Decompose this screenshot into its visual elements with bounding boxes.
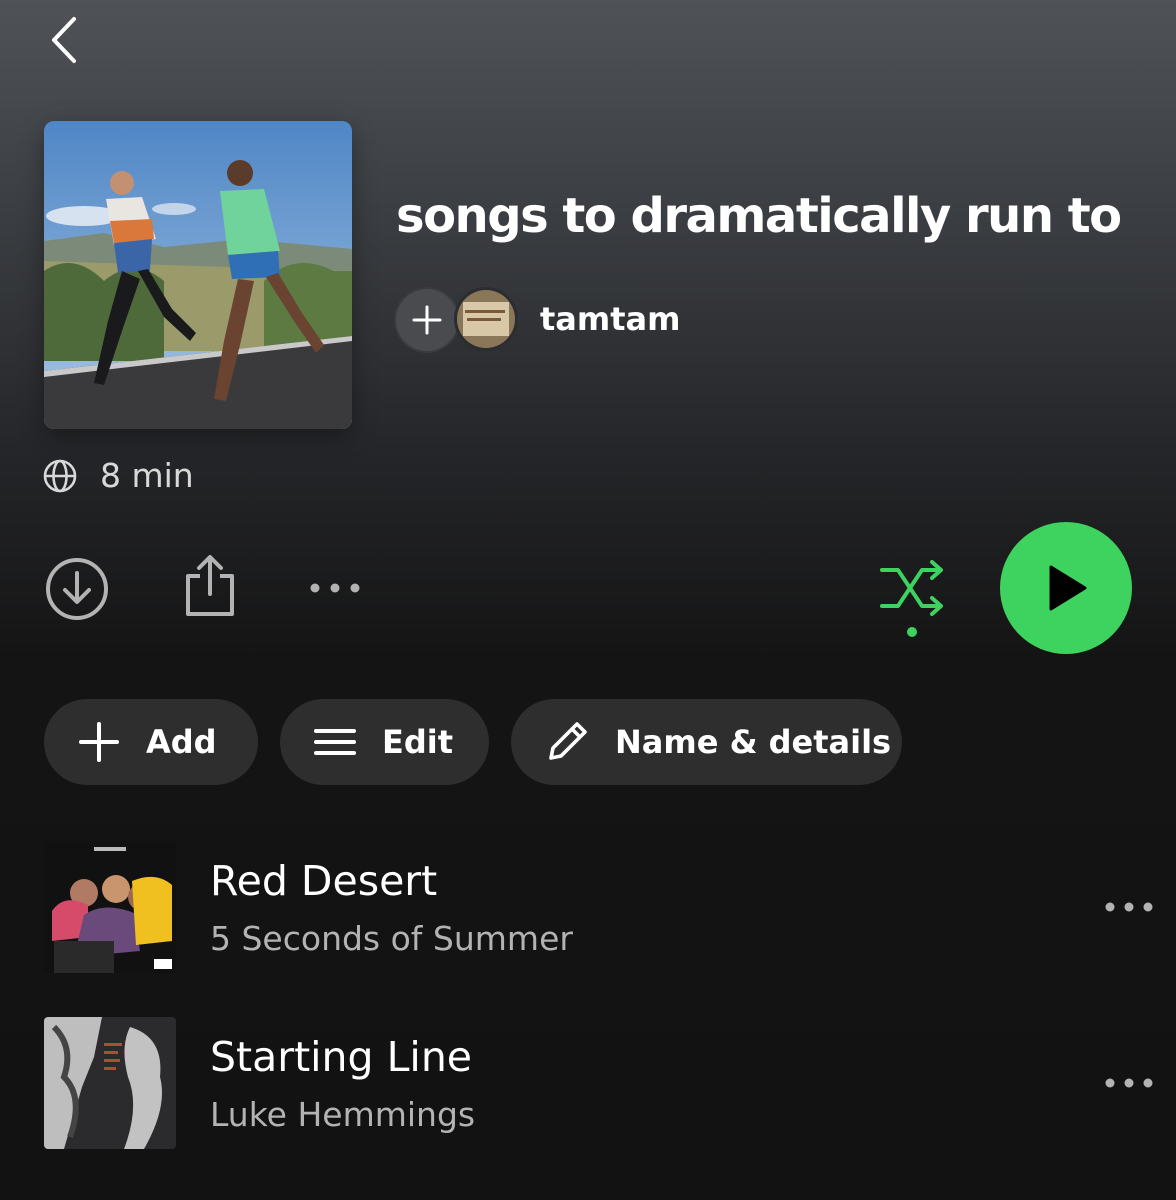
edit-label: Edit (382, 723, 454, 761)
track-more-button[interactable] (1104, 887, 1154, 927)
add-collaborator-button[interactable] (396, 289, 458, 351)
download-circle-icon (46, 558, 108, 620)
track-row[interactable]: Starting Line Luke Hemmings (44, 1017, 1154, 1149)
plus-icon (79, 722, 119, 762)
track-title: Starting Line (210, 1033, 473, 1081)
shuffle-icon (880, 560, 943, 637)
share-button[interactable] (178, 552, 242, 620)
playlist-duration: 8 min (100, 456, 194, 495)
playlist-title: songs to dramatically run to (396, 188, 1122, 244)
owner-name[interactable]: tamtam (540, 300, 680, 338)
playlist-cover (44, 121, 352, 429)
album-art (44, 841, 176, 973)
more-options-button[interactable] (300, 568, 370, 608)
chevron-left-icon (52, 17, 76, 63)
pencil-icon (549, 722, 587, 760)
name-details-button[interactable]: Name & details (511, 699, 902, 785)
album-art (44, 1017, 176, 1149)
list-icon (314, 729, 356, 755)
owner-avatar[interactable] (454, 287, 518, 351)
globe-icon (43, 459, 77, 493)
download-button[interactable] (44, 556, 110, 622)
share-icon (186, 555, 234, 616)
shuffle-button[interactable] (874, 560, 954, 640)
track-artist: Luke Hemmings (210, 1095, 476, 1134)
track-artist: 5 Seconds of Summer (210, 919, 573, 958)
edit-button[interactable]: Edit (280, 699, 489, 785)
back-button[interactable] (40, 12, 88, 68)
play-button[interactable] (1000, 522, 1132, 654)
add-songs-button[interactable]: Add (44, 699, 258, 785)
more-horizontal-icon (310, 583, 360, 593)
plus-icon (412, 305, 442, 335)
track-title: Red Desert (210, 857, 438, 905)
add-label: Add (146, 723, 217, 761)
name-details-label: Name & details (615, 723, 892, 761)
play-icon (1049, 565, 1087, 611)
track-row[interactable]: Red Desert 5 Seconds of Summer (44, 841, 1154, 973)
more-horizontal-icon (1105, 1078, 1153, 1088)
more-horizontal-icon (1105, 902, 1153, 912)
track-more-button[interactable] (1104, 1063, 1154, 1103)
